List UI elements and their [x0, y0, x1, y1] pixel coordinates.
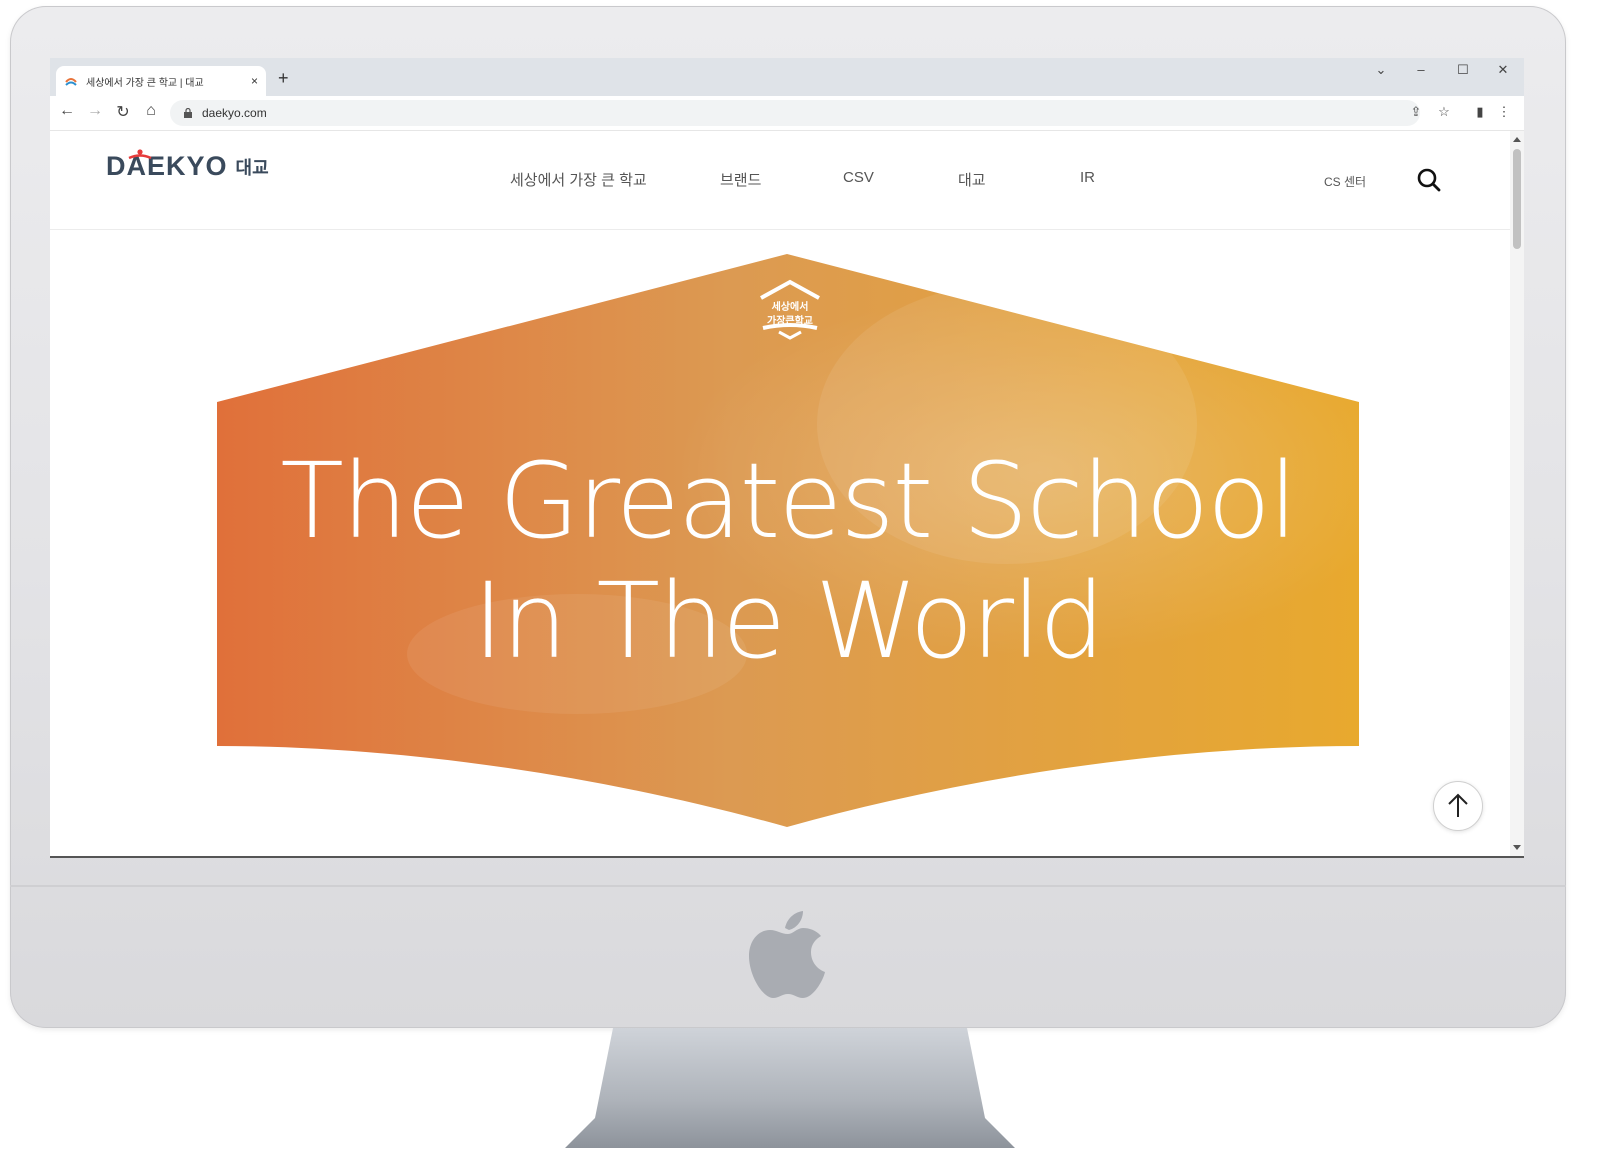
share-icon[interactable]: ⇪ — [1406, 104, 1426, 120]
tab-close-icon[interactable]: × — [251, 74, 258, 88]
favicon-icon — [65, 78, 77, 86]
scroll-thumb[interactable] — [1513, 149, 1521, 249]
address-bar[interactable]: daekyo.com — [170, 100, 1420, 126]
badge-line1: 세상에서 — [771, 302, 809, 313]
tab-title: 세상에서 가장 큰 학교 | 대교 — [86, 77, 204, 89]
scroll-up-arrow-icon[interactable] — [1513, 137, 1521, 142]
hero-headline-line1: The Greatest School — [280, 440, 1297, 562]
reload-button[interactable]: ↻ — [112, 102, 134, 122]
web-page: DAEKYO 대교 세상에서 가장 큰 학교 브랜드 CSV 대교 IR CS … — [50, 131, 1510, 856]
cs-center-link[interactable]: CS 센터 — [1324, 173, 1366, 190]
badge-line2: 가장큰학교 — [767, 316, 813, 327]
menu-item-ir[interactable]: IR — [1080, 169, 1095, 186]
new-tab-button[interactable]: + — [278, 68, 289, 89]
logo-text: DAEKYO — [106, 151, 228, 181]
forward-button[interactable]: → — [84, 102, 106, 120]
screen: 세상에서 가장 큰 학교 | 대교 × + ⌄ – ☐ ✕ ← → ↻ ⌂ da… — [50, 58, 1524, 858]
page-scrollbar[interactable] — [1510, 131, 1524, 856]
site-header: DAEKYO 대교 세상에서 가장 큰 학교 브랜드 CSV 대교 IR CS … — [50, 131, 1510, 230]
logo-korean-text: 대교 — [235, 158, 269, 178]
menu-item-greatest-school[interactable]: 세상에서 가장 큰 학교 — [510, 169, 647, 190]
logo-figure-icon — [128, 149, 152, 160]
side-panel-icon[interactable]: ▮ — [1470, 104, 1490, 120]
menu-item-csv[interactable]: CSV — [843, 169, 874, 186]
tab-search-button[interactable]: ⌄ — [1366, 62, 1396, 78]
search-icon[interactable] — [1416, 167, 1442, 193]
menu-item-daekyo[interactable]: 대교 — [958, 169, 986, 190]
monitor-chin-divider — [10, 885, 1566, 887]
browser-menu-icon[interactable]: ⋮ — [1494, 104, 1514, 120]
hero-headline-line2: In The World — [472, 560, 1105, 682]
arrow-up-icon[interactable] — [1433, 781, 1483, 831]
browser-tab[interactable]: 세상에서 가장 큰 학교 | 대교 × — [56, 66, 266, 96]
hero-banner: 세상에서 가장큰학교 The Greatest School In The Wo… — [217, 254, 1359, 829]
lock-icon — [184, 108, 192, 118]
maximize-button[interactable]: ☐ — [1448, 62, 1478, 78]
apple-logo-icon — [749, 911, 825, 998]
home-button[interactable]: ⌂ — [140, 102, 162, 120]
close-window-button[interactable]: ✕ — [1488, 62, 1518, 78]
browser-tab-bar: 세상에서 가장 큰 학교 | 대교 × + ⌄ – ☐ ✕ — [50, 58, 1524, 96]
browser-toolbar: ← → ↻ ⌂ daekyo.com ⇪ ☆ ▮ ⋮ — [50, 96, 1524, 131]
daekyo-logo[interactable]: DAEKYO 대교 — [106, 149, 269, 182]
back-button[interactable]: ← — [56, 102, 78, 120]
scroll-down-arrow-icon[interactable] — [1513, 845, 1521, 850]
minimize-button[interactable]: – — [1406, 62, 1436, 77]
menu-item-brand[interactable]: 브랜드 — [720, 169, 761, 190]
url-text: daekyo.com — [202, 106, 267, 120]
imac-stand — [565, 1028, 1015, 1148]
bookmark-star-icon[interactable]: ☆ — [1434, 104, 1454, 120]
